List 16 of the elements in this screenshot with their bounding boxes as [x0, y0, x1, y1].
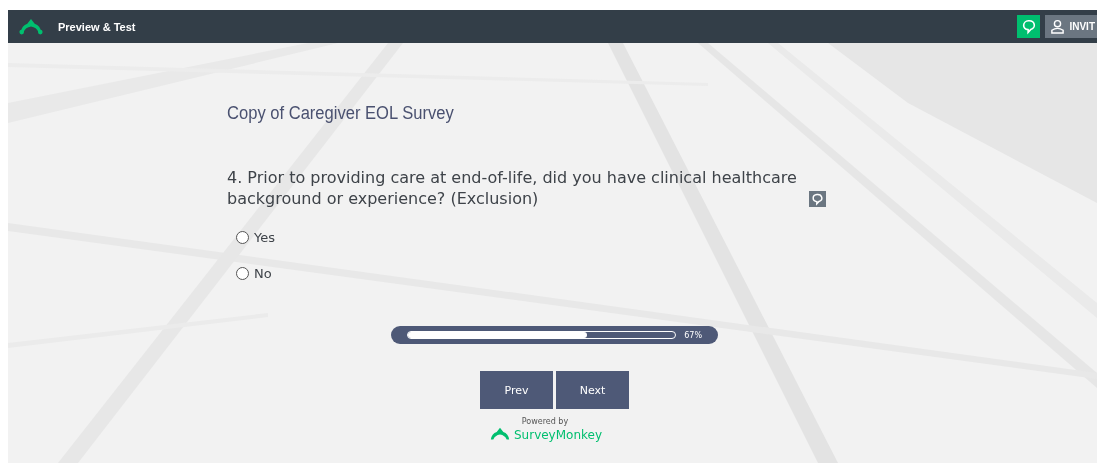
progress-reading: 67% [684, 330, 702, 340]
nav-button[interactable]: Prev [480, 371, 553, 409]
option-label: Yes [254, 229, 275, 245]
comment-icon[interactable] [809, 191, 826, 207]
powered-by-text: Powered by [521, 417, 569, 426]
speech-bubble-icon [1020, 18, 1037, 35]
option-label: No [254, 265, 272, 281]
page-title: Preview & Test [58, 20, 136, 33]
survey-title: Copy of Caregiver EOL Survey [227, 103, 455, 124]
question-text: 4. Prior to providing care at end-of-life, did you have clinical healthcare background or experience? (Exclusion) [227, 167, 798, 209]
nav-button[interactable]: Next [556, 371, 629, 409]
feedback-button[interactable] [1017, 15, 1041, 38]
brand-name: SurveyMonkey [513, 427, 603, 442]
person-icon [1050, 19, 1066, 34]
invite-button[interactable]: INVIT [1045, 15, 1097, 38]
logo-icon [18, 18, 44, 35]
